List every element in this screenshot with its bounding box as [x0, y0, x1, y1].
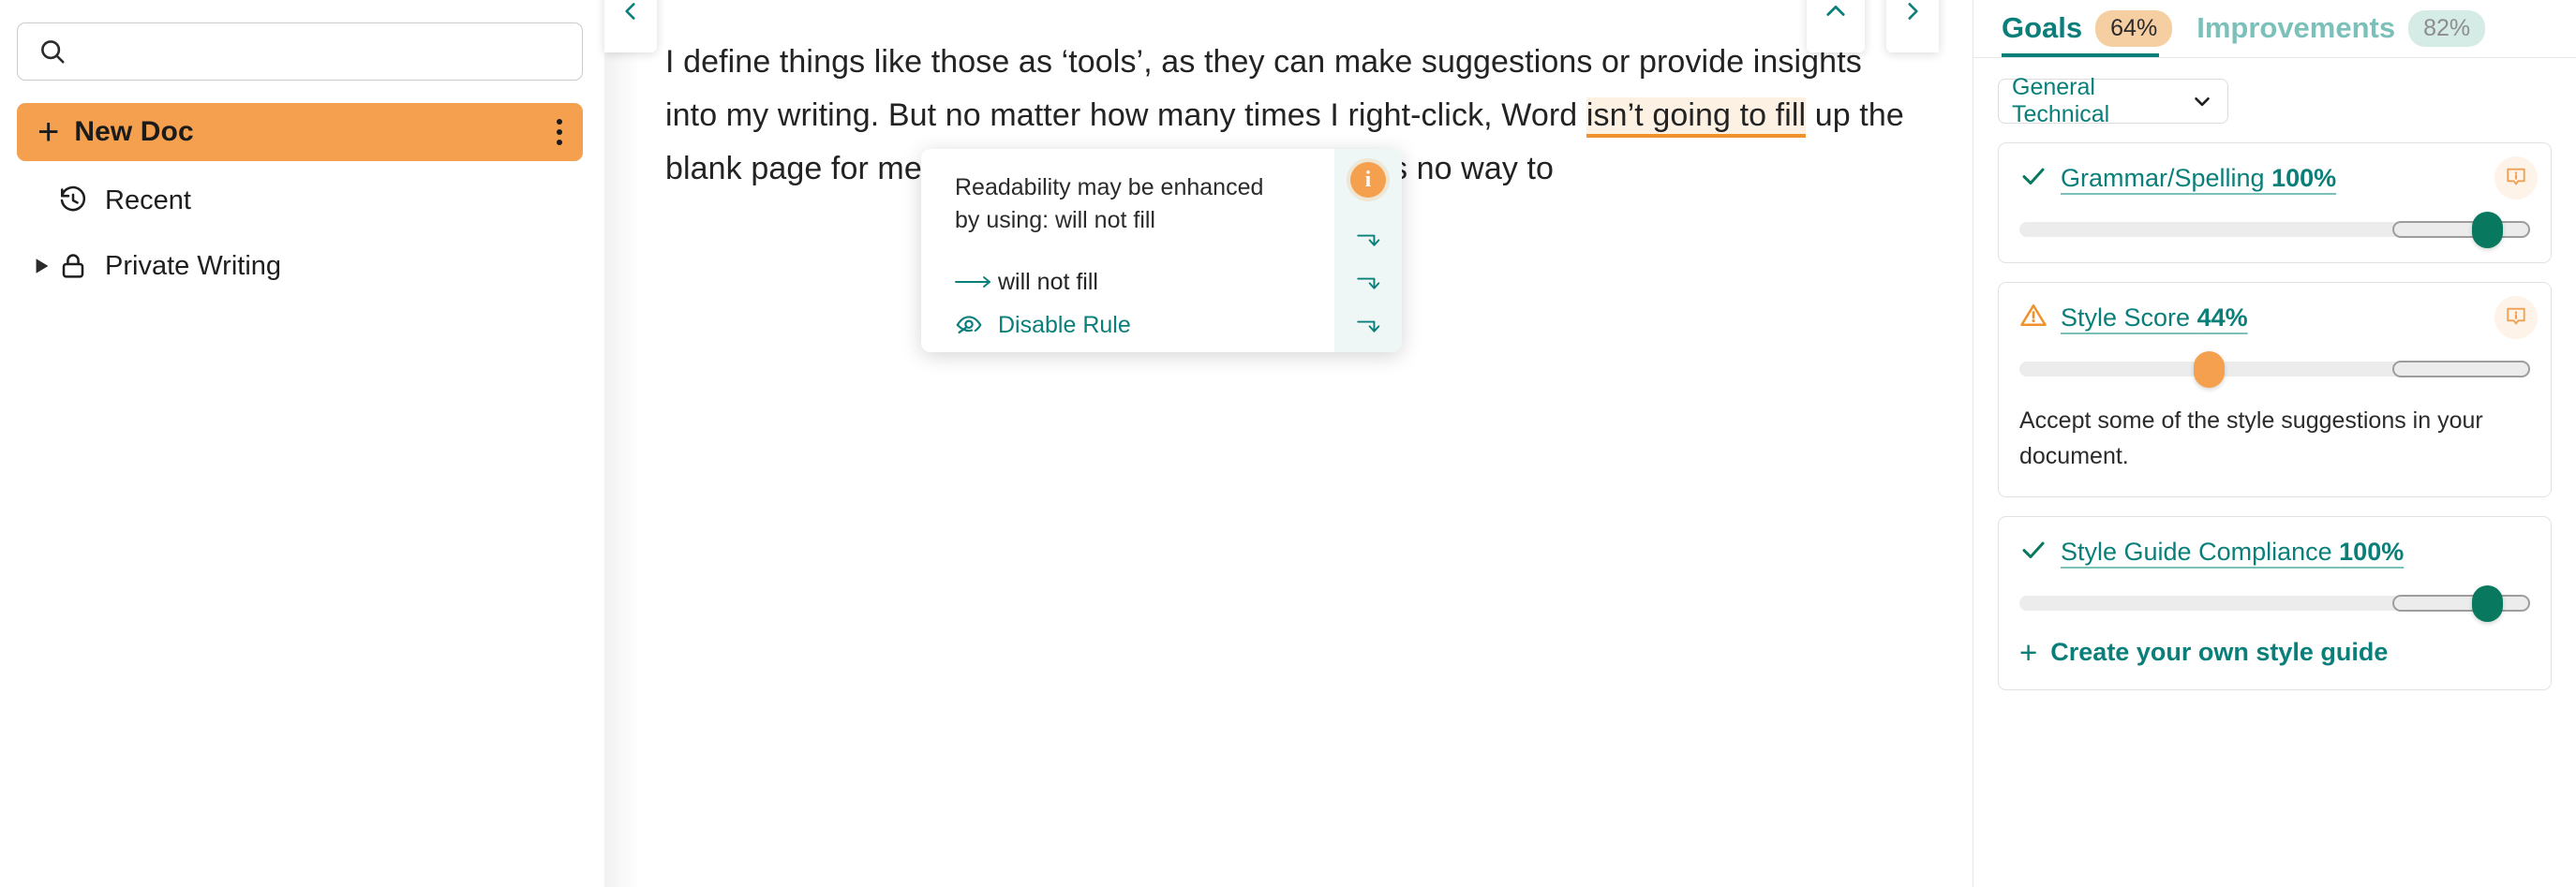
suggestion-title: Readability may be enhanced by using: wi… [955, 171, 1292, 236]
check-icon [2019, 162, 2047, 195]
return-icon[interactable] [1352, 314, 1384, 342]
expand-caret-icon[interactable] [34, 258, 58, 274]
return-icon[interactable] [1352, 271, 1384, 299]
sidebar-item-recent[interactable]: Recent [17, 174, 588, 227]
more-options-icon[interactable] [557, 119, 562, 145]
panel-tabs: Goals 64% Improvements 82% [1973, 0, 2576, 58]
history-icon [58, 185, 97, 215]
slider-target-zone [2392, 361, 2530, 377]
goal-title-text: Grammar/Spelling [2061, 164, 2271, 192]
chevron-up-icon [1823, 0, 1849, 29]
goal-note: Accept some of the style suggestions in … [2019, 404, 2530, 474]
info-bubble-icon[interactable] [2494, 296, 2538, 339]
tab-improvements-badge: 82% [2408, 10, 2485, 47]
info-icon[interactable]: i [1350, 162, 1386, 198]
next-suggestion-button[interactable] [1886, 0, 1939, 52]
chevron-left-icon [618, 0, 643, 28]
suggestion-popup-actions: i [1334, 149, 1402, 352]
return-icon[interactable] [1352, 228, 1384, 256]
check-icon [2019, 536, 2047, 569]
disable-rule-row[interactable]: Disable Rule [955, 303, 1310, 347]
slider-target-zone [2392, 221, 2530, 238]
warning-icon [2019, 302, 2047, 334]
prev-suggestion-button[interactable] [604, 0, 657, 52]
slider-target-zone [2392, 595, 2530, 612]
goal-value: 100% [2339, 538, 2404, 566]
suggestion-popup-body: Readability may be enhanced by using: wi… [921, 149, 1334, 352]
suggestion-replacement: will not fill [998, 269, 1098, 296]
chevron-right-icon [1900, 0, 1925, 28]
chevron-down-icon [2190, 89, 2214, 113]
new-doc-label: New Doc [74, 116, 193, 148]
goal-slider[interactable] [2019, 359, 2530, 379]
create-style-guide-label: Create your own style guide [2050, 638, 2388, 667]
goal-title-text: Style Guide Compliance [2061, 538, 2339, 566]
suggestion-highlight[interactable]: isn’t going to fill [1586, 97, 1806, 138]
slider-thumb[interactable] [2472, 585, 2503, 622]
sidebar-item-label: Private Writing [105, 251, 281, 282]
slider-thumb[interactable] [2472, 212, 2503, 248]
sidebar-item-label: Recent [105, 185, 191, 216]
suggestion-popup[interactable]: Readability may be enhanced by using: wi… [921, 149, 1402, 352]
right-panel: Goals 64% Improvements 82% General Techn… [1973, 0, 2576, 887]
goal-title[interactable]: Style Guide Compliance 100% [2061, 538, 2404, 567]
left-sidebar: + New Doc Recent [0, 0, 604, 887]
app-root: + New Doc Recent [0, 0, 2576, 887]
document-type-dropdown[interactable]: General Technical [1998, 79, 2228, 124]
collapse-toolbar-button[interactable] [1807, 0, 1865, 52]
lock-icon [58, 251, 97, 281]
goal-value: 44% [2197, 303, 2248, 332]
goal-header: Style Score 44% [2019, 302, 2530, 334]
tab-goals-badge: 64% [2095, 10, 2172, 47]
goal-slider[interactable] [2019, 593, 2530, 614]
new-doc-button[interactable]: + New Doc [17, 103, 583, 161]
tab-goals[interactable]: Goals 64% [2002, 0, 2172, 57]
document-type-value: General Technical [2012, 74, 2190, 128]
document-editor[interactable]: I define things like those as ‘tools’, a… [604, 0, 1973, 887]
slider-thumb[interactable] [2194, 351, 2225, 388]
goal-title[interactable]: Style Score 44% [2061, 303, 2248, 333]
tab-improvements[interactable]: Improvements 82% [2196, 0, 2485, 57]
goal-header: Grammar/Spelling 100% [2019, 162, 2530, 195]
arrow-right-icon [955, 273, 998, 290]
search-box[interactable] [17, 22, 583, 81]
goal-card-grammar-spelling: Grammar/Spelling 100% [1998, 142, 2552, 263]
tab-improvements-label: Improvements [2196, 11, 2395, 45]
info-bubble-icon[interactable] [2494, 156, 2538, 200]
goal-card-style-score: Style Score 44% Accept some of the style… [1998, 282, 2552, 497]
ignore-row[interactable]: Ignore [955, 347, 1310, 352]
goal-title-text: Style Score [2061, 303, 2197, 332]
disable-rule-label: Disable Rule [998, 312, 1131, 339]
goal-slider[interactable] [2019, 219, 2530, 240]
create-style-guide-button[interactable]: + Create your own style guide [2019, 638, 2530, 667]
tab-goals-label: Goals [2002, 11, 2082, 45]
search-input[interactable] [80, 37, 561, 67]
goal-value: 100% [2271, 164, 2336, 192]
plus-icon: + [2019, 642, 2037, 663]
sidebar-item-private-writing[interactable]: Private Writing [17, 240, 588, 292]
apply-suggestion-row[interactable]: will not fill [955, 260, 1310, 303]
goal-title[interactable]: Grammar/Spelling 100% [2061, 164, 2336, 193]
goals-body: General Technical [1973, 58, 2576, 690]
goal-card-style-guide-compliance: Style Guide Compliance 100% + Create you… [1998, 516, 2552, 690]
goal-header: Style Guide Compliance 100% [2019, 536, 2530, 569]
search-icon [38, 37, 67, 66]
plus-icon: + [37, 113, 59, 151]
eye-off-icon [955, 315, 998, 335]
